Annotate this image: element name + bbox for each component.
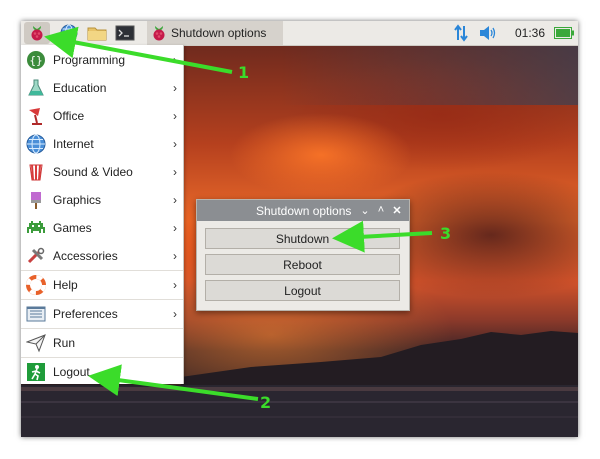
menu-item-internet[interactable]: Internet › [21, 130, 183, 157]
menu-item-graphics[interactable]: Graphics › [21, 186, 183, 213]
folder-icon [87, 27, 107, 41]
globe-icon [60, 24, 78, 42]
menu-item-office[interactable]: Office › [21, 102, 183, 129]
network-updown-icon[interactable] [453, 21, 469, 45]
programming-icon: {} [25, 49, 47, 71]
callout-number-3: 3 [440, 224, 452, 243]
chevron-right-icon: › [173, 192, 177, 207]
reboot-button[interactable]: Reboot [205, 254, 400, 275]
chevron-right-icon: › [173, 164, 177, 179]
logout-button[interactable]: Logout [205, 280, 400, 301]
menu-item-label: Logout [53, 364, 90, 379]
chevron-right-icon: › [173, 277, 177, 292]
menu-item-accessories[interactable]: Accessories › [21, 242, 183, 269]
menu-item-logout[interactable]: Logout [21, 358, 183, 385]
office-icon [25, 105, 47, 127]
menu-item-label: Accessories [53, 248, 118, 263]
chevron-right-icon: › [173, 136, 177, 151]
maximize-chevron-icon[interactable]: ˄ [374, 203, 388, 217]
menu-item-label: Education [53, 80, 107, 95]
graphics-brush-icon [25, 189, 47, 211]
menu-item-sound-video[interactable]: Sound & Video › [21, 158, 183, 185]
menu-item-preferences[interactable]: Preferences › [21, 300, 183, 327]
wallpaper-sky [281, 45, 578, 105]
menu-item-label: Sound & Video [53, 164, 133, 179]
clock[interactable]: 01:36 [515, 21, 545, 45]
logout-exit-icon [25, 361, 47, 383]
education-flask-icon [25, 77, 47, 99]
dialog-titlebar[interactable]: Shutdown options ⌄ ˄ ✕ [197, 200, 409, 221]
callout-number-2: 2 [260, 393, 272, 412]
run-paperplane-icon [25, 332, 47, 354]
menu-item-help[interactable]: Help › [21, 271, 183, 298]
chevron-right-icon: › [173, 108, 177, 123]
games-invader-icon [25, 217, 47, 239]
chevron-right-icon: › [173, 248, 177, 263]
help-lifebuoy-icon [25, 274, 47, 296]
dialog-title: Shutdown options [256, 203, 352, 218]
battery-icon[interactable] [554, 21, 574, 45]
application-menu: {} Programming › Education › Office › In… [21, 45, 184, 384]
chevron-right-icon: › [173, 220, 177, 235]
file-manager-launcher[interactable] [84, 22, 110, 44]
volume-icon[interactable] [479, 21, 497, 45]
browser-launcher[interactable] [56, 22, 82, 44]
menu-item-label: Graphics [53, 192, 102, 207]
internet-globe-icon [25, 133, 47, 155]
accessories-icon [25, 245, 47, 267]
menu-item-label: Run [53, 335, 76, 350]
menu-item-games[interactable]: Games › [21, 214, 183, 241]
menu-item-label: Preferences [53, 306, 118, 321]
taskbar: Shutdown options 01:36 [21, 21, 578, 46]
menu-item-programming[interactable]: {} Programming › [21, 46, 183, 73]
menu-item-label: Games [53, 220, 92, 235]
menu-item-label: Office [53, 108, 85, 123]
shutdown-options-dialog: Shutdown options ⌄ ˄ ✕ Shutdown Reboot L… [196, 199, 410, 311]
menu-item-label: Programming [53, 52, 126, 67]
svg-text:{}: {} [29, 54, 42, 67]
chevron-right-icon: › [173, 80, 177, 95]
terminal-launcher[interactable] [112, 22, 138, 44]
sound-video-icon [25, 161, 47, 183]
raspberry-icon [151, 24, 167, 42]
desktop-screen: Shutdown options 01:36 {} Programming › … [21, 21, 578, 437]
raspberry-icon [31, 26, 43, 41]
callout-number-1: 1 [238, 63, 250, 82]
chevron-right-icon: › [173, 306, 177, 321]
taskbar-task-shutdown-options[interactable]: Shutdown options [147, 21, 283, 45]
task-label: Shutdown options [171, 26, 267, 40]
minimize-chevron-icon[interactable]: ⌄ [358, 203, 372, 217]
preferences-icon [25, 303, 47, 325]
menu-item-run[interactable]: Run [21, 329, 183, 356]
menu-item-label: Internet [53, 136, 94, 151]
terminal-icon [115, 25, 135, 41]
close-icon[interactable]: ✕ [390, 203, 404, 217]
menu-item-education[interactable]: Education › [21, 74, 183, 101]
menu-item-label: Help [53, 277, 78, 292]
shutdown-button[interactable]: Shutdown [205, 228, 400, 249]
raspberry-menu-button[interactable] [24, 22, 50, 44]
chevron-right-icon: › [173, 52, 177, 67]
